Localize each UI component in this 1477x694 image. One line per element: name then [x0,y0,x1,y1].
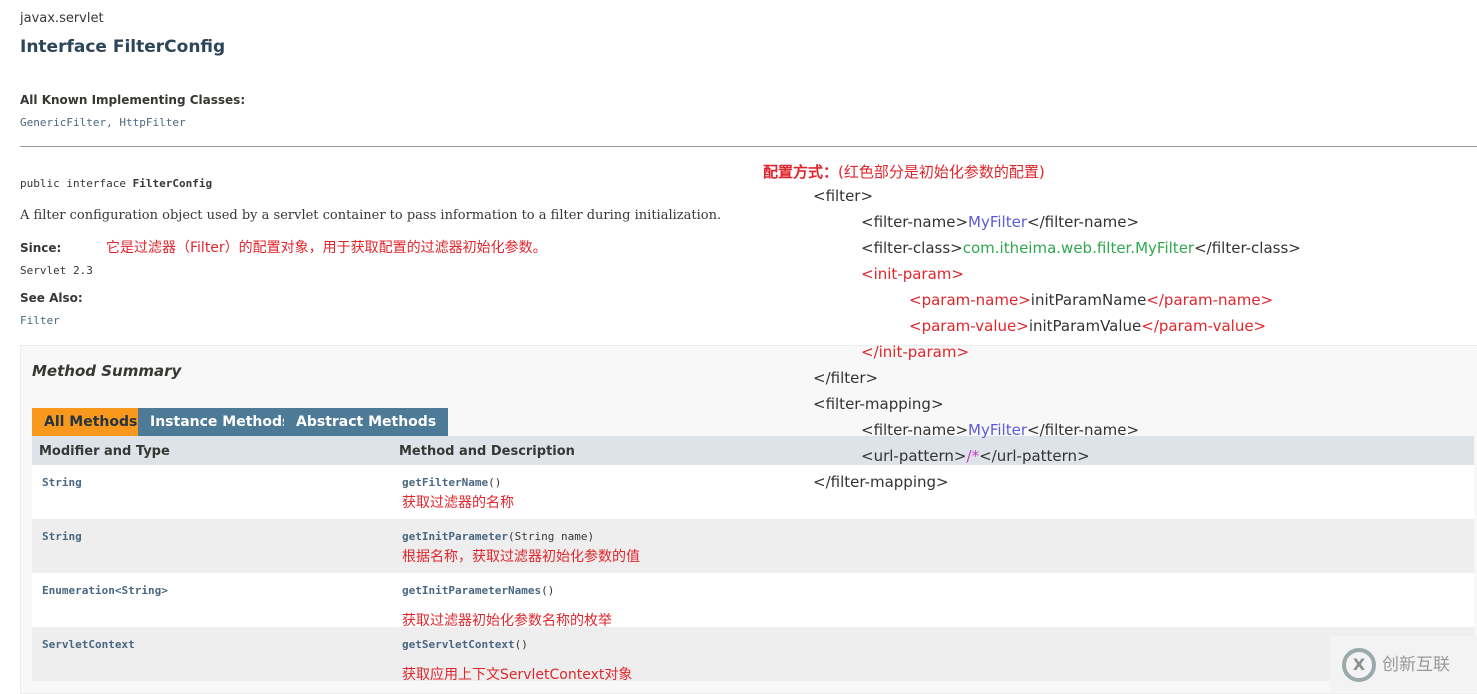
method-params: () [514,638,528,651]
signature-prefix: public interface [20,177,133,190]
signature-name: FilterConfig [132,177,213,190]
link-filter[interactable]: Filter [20,314,60,327]
table-row: String getFilterName() 获取过滤器的名称 [32,465,1474,519]
config-note: (红色部分是初始化参数的配置) [838,163,1045,181]
since-label: Since: [20,241,62,255]
summary-title: Method Summary [32,362,182,380]
header-modifier: Modifier and Type [39,444,170,459]
package-name: javax.servlet [20,11,104,26]
implementing-label: All Known Implementing Classes: [20,93,246,107]
method-link[interactable]: getInitParameter [402,530,508,543]
link-httpfilter[interactable]: HttpFilter [119,116,185,129]
table-row: Enumeration<String> getInitParameterName… [32,573,1474,629]
method-params: () [488,476,502,489]
table-header: Modifier and Type Method and Description [32,436,1474,465]
watermark-text: 创新互联 [1382,655,1450,675]
return-type[interactable]: ServletContext [42,638,135,651]
xml-filter-mapping-open: <filter-mapping> [813,395,944,413]
config-heading: 配置方式： [763,163,839,181]
method-note: 根据名称，获取过滤器初始化参数的值 [402,549,640,565]
tab-instance-methods[interactable]: Instance Methods [138,408,303,436]
description: A filter configuration object used by a … [20,208,722,223]
method-note: 获取过滤器的名称 [402,495,514,511]
method-params: (String name) [507,530,595,543]
xml-param-value: <param-value>initParamValue</param-value… [909,317,1267,335]
return-type[interactable]: String [42,476,82,489]
tab-all-methods[interactable]: All Methods [32,408,150,436]
xml-filter-name: <filter-name>MyFilter</filter-name> [861,213,1140,231]
xml-filter-mapping-close: </filter-mapping> [813,473,949,491]
xml-filter-class: <filter-class>com.itheima.web.filter.MyF… [861,239,1301,257]
method-link[interactable]: getInitParameterNames [402,584,541,597]
page-title: Interface FilterConfig [20,37,226,57]
annotation: 它是过滤器（Filter）的配置对象，用于获取配置的过滤器初始化参数。 [106,240,547,256]
xml-param-name: <param-name>initParamName</param-name> [909,291,1274,309]
table-row: ServletContext getServletContext() 获取应用上… [32,627,1474,683]
implementing-classes: GenericFilter, HttpFilter [20,116,186,129]
see-also-label: See Also: [20,291,83,305]
table-row: String getInitParameter(String name) 根据名… [32,519,1474,573]
header-method: Method and Description [399,444,575,459]
xml-init-param-open: <init-param> [861,265,964,283]
xml-filter-open: <filter> [813,187,874,205]
xml-init-param-close: </init-param> [861,343,970,361]
divider [20,146,1477,147]
method-note: 获取应用上下文ServletContext对象 [402,667,633,683]
xml-url-pattern: <url-pattern>/*</url-pattern> [861,447,1090,465]
watermark-logo-icon: X [1342,648,1376,682]
watermark: X 创新互联 [1330,636,1477,692]
method-params: () [541,584,555,597]
xml-mapping-filter-name: <filter-name>MyFilter</filter-name> [861,421,1140,439]
since-value: Servlet 2.3 [20,264,93,277]
return-type[interactable]: String [42,530,82,543]
method-link[interactable]: getServletContext [402,638,515,651]
return-type[interactable]: Enumeration<String> [42,584,168,597]
xml-filter-close: </filter> [813,369,879,387]
link-genericfilter[interactable]: GenericFilter [20,116,106,129]
method-link[interactable]: getFilterName [402,476,488,489]
tab-abstract-methods[interactable]: Abstract Methods [284,408,449,436]
